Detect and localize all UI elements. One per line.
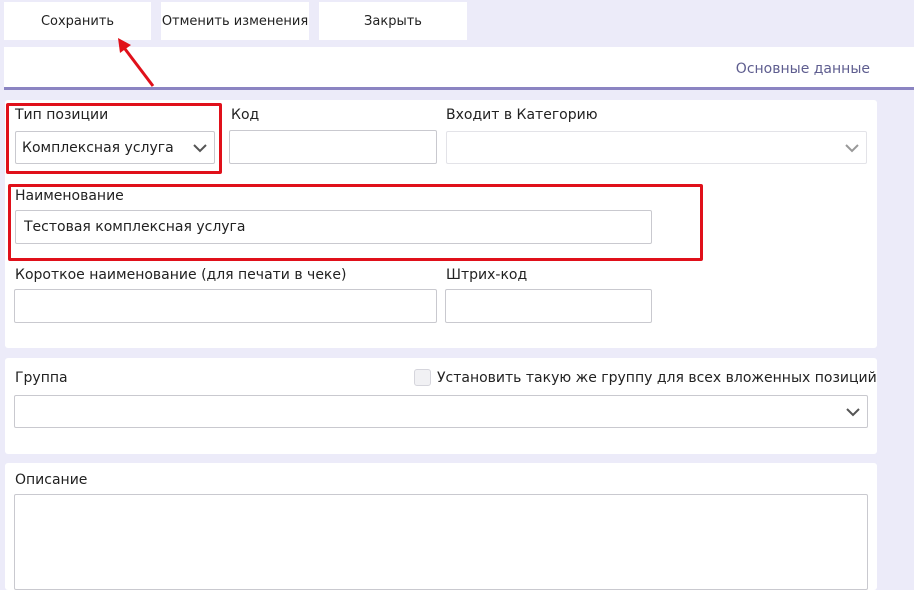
name-label: Наименование (15, 188, 124, 204)
group-label: Группа (15, 370, 68, 386)
code-input[interactable] (229, 130, 437, 164)
cancel-changes-button[interactable]: Отменить изменения (161, 2, 309, 40)
annotation-arrow-icon (118, 38, 155, 87)
same-group-checkbox-label[interactable]: Установить такую же группу для всех влож… (437, 370, 877, 386)
close-button[interactable]: Закрыть (319, 2, 467, 40)
group-panel: Группа Установить такую же группу для вс… (5, 358, 877, 454)
chevron-down-icon (193, 143, 207, 152)
description-label: Описание (15, 472, 88, 488)
position-type-value: Комплексная услуга (22, 139, 174, 156)
description-textarea[interactable] (14, 494, 868, 590)
barcode-label: Штрих-код (446, 267, 528, 283)
position-type-select[interactable]: Комплексная услуга (15, 131, 215, 164)
chevron-down-icon (845, 143, 859, 152)
code-label: Код (231, 107, 260, 123)
group-select[interactable] (14, 395, 868, 428)
tab-main-data[interactable]: Основные данные (736, 61, 870, 77)
position-type-label: Тип позиции (15, 107, 109, 123)
name-input[interactable] (15, 210, 652, 244)
category-select[interactable] (446, 131, 867, 164)
same-group-checkbox[interactable] (414, 369, 431, 386)
chevron-down-icon (846, 407, 860, 416)
short-name-label: Короткое наименование (для печати в чеке… (15, 267, 347, 283)
barcode-input[interactable] (445, 289, 652, 323)
category-label: Входит в Категорию (446, 107, 598, 123)
short-name-input[interactable] (14, 289, 437, 323)
description-panel: Описание (5, 463, 877, 590)
main-info-panel: Тип позиции Комплексная услуга Код Входи… (5, 100, 877, 348)
